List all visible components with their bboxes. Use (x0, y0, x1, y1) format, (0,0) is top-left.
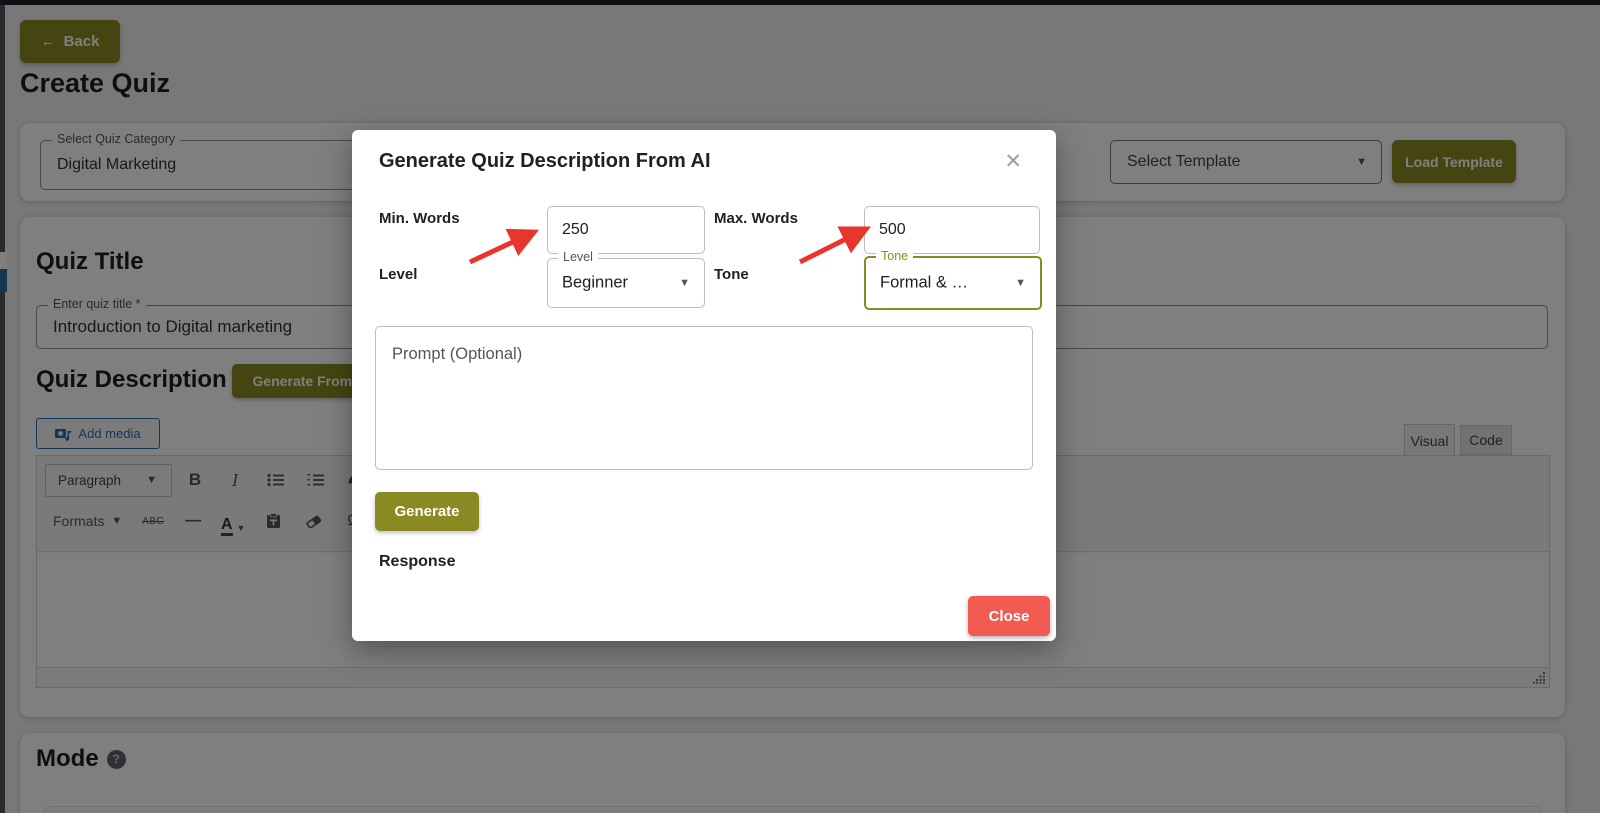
modal-title: Generate Quiz Description From AI (379, 150, 711, 173)
level-floating-label: Level (558, 250, 598, 264)
min-words-label: Min. Words (379, 210, 460, 227)
max-words-input[interactable] (864, 206, 1040, 254)
tone-floating-label: Tone (876, 249, 913, 263)
prompt-textarea[interactable] (375, 326, 1033, 470)
generate-button[interactable]: Generate (375, 492, 479, 531)
level-label: Level (379, 266, 417, 283)
close-icon[interactable]: ✕ (1004, 149, 1022, 174)
tone-select[interactable]: Tone Formal & … ▼ (864, 256, 1042, 310)
response-label: Response (379, 553, 455, 571)
tone-label: Tone (714, 266, 749, 283)
level-select-value: Beginner (562, 274, 628, 293)
level-select[interactable]: Level Beginner ▼ (547, 258, 705, 308)
min-words-input[interactable] (547, 206, 705, 254)
generate-description-modal: Generate Quiz Description From AI ✕ Min.… (352, 130, 1056, 641)
max-words-label: Max. Words (714, 210, 798, 227)
close-button[interactable]: Close (968, 596, 1050, 636)
chevron-down-icon: ▼ (679, 277, 690, 289)
tone-select-value: Formal & … (880, 274, 968, 293)
chevron-down-icon: ▼ (1015, 277, 1026, 289)
